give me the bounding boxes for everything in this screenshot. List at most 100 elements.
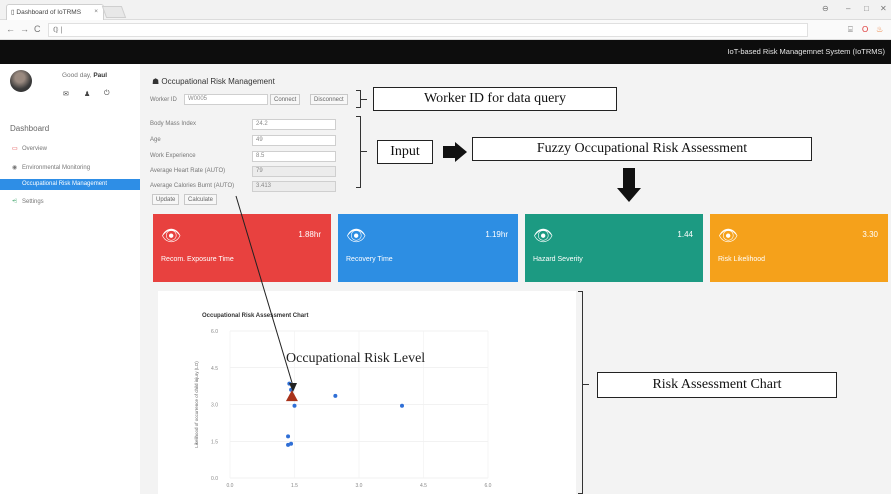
data-point: [400, 403, 404, 408]
calories-label: Average Calories Burnt (AUTO): [150, 183, 235, 189]
sidebar-item-label: Environmental Monitoring: [22, 165, 91, 171]
tile-label: Recom. Exposure Time: [161, 256, 234, 263]
eye-icon: 👁: [346, 228, 367, 245]
data-point: [289, 441, 294, 446]
worker-id-annotation: Worker ID for data query: [373, 87, 617, 111]
data-point: [292, 403, 297, 408]
sidebar-item-environmental-monitoring[interactable]: ◉ Environmental Monitoring: [0, 162, 140, 173]
update-button[interactable]: Update: [152, 194, 180, 205]
risk-chart-annotation: Risk Assessment Chart: [597, 372, 837, 398]
page-title: ☗ Occupational Risk Management: [152, 77, 275, 86]
input-annotation: Input: [377, 140, 433, 164]
worker-id-brace-tick: [361, 99, 367, 100]
eye-icon: ◉: [12, 165, 18, 171]
app-title: IoT-based Risk Managemnet System (IoTRMS…: [727, 47, 885, 56]
down-arrow-icon: [617, 188, 641, 202]
sidebar-item-label: Occupational Risk Management: [22, 181, 108, 187]
tile-hazard-severity: 👁 1.44 Hazard Severity: [525, 214, 703, 282]
chart-brace: [578, 291, 583, 494]
sidebar-title: Dashboard: [10, 124, 50, 133]
worker-id-input[interactable]: W0005: [184, 94, 268, 105]
bmi-label: Body Mass Index: [150, 121, 197, 127]
user-icon[interactable]: ♟: [84, 90, 90, 98]
maximize-button[interactable]: □: [864, 4, 869, 13]
risk-chart-card: Occupational Risk Assessment Chart 0.0 1.5…: [158, 291, 576, 494]
work-experience-input[interactable]: 8.5: [252, 151, 336, 162]
eye-icon: 👁: [161, 228, 182, 245]
worker-id-label: Worker ID: [150, 97, 177, 103]
chart-brace-tick: [583, 384, 589, 385]
new-tab-button[interactable]: [101, 6, 127, 18]
sidebar-item-settings[interactable]: ⩤ Settings: [0, 197, 140, 208]
y-tick-label: 0.0: [211, 476, 218, 482]
data-point: [287, 381, 292, 386]
browser-tab[interactable]: ▯ Dashboard of IoTRMS ×: [6, 4, 104, 20]
avatar: [10, 70, 32, 92]
age-input[interactable]: 49: [252, 135, 336, 146]
forward-button[interactable]: →: [20, 24, 29, 34]
page-title-text: Occupational Risk Management: [161, 77, 275, 86]
sidebar-item-overview[interactable]: ▭ Overview: [0, 143, 140, 154]
tile-value: 3.30: [862, 230, 878, 239]
address-bar[interactable]: ℚ |: [48, 23, 808, 37]
tile-value: 1.19hr: [485, 230, 508, 239]
connect-button[interactable]: Connect: [270, 94, 301, 105]
opera-icon[interactable]: O: [862, 25, 868, 34]
close-window-button[interactable]: ✕: [880, 4, 887, 13]
y-axis-label: Likelihood of occurrence of child injury…: [194, 361, 199, 448]
back-button[interactable]: ←: [6, 24, 15, 34]
calculate-button[interactable]: Calculate: [184, 194, 218, 205]
data-point: [286, 434, 291, 439]
input-brace-tick: [361, 151, 367, 152]
tile-value: 1.88hr: [298, 230, 321, 239]
risk-level-annotation: Occupational Risk Level: [286, 351, 426, 366]
tile-label: Risk Likelihood: [718, 256, 766, 263]
eye-icon: 👁: [718, 228, 739, 245]
tile-label: Hazard Severity: [533, 256, 583, 263]
reload-button[interactable]: C: [34, 24, 41, 34]
y-tick-label: 6.0: [211, 329, 218, 335]
extension-flame-icon[interactable]: ♨: [876, 25, 883, 34]
app-header: IoT-based Risk Managemnet System (IoTRMS…: [0, 40, 891, 64]
power-icon[interactable]: ⏻: [104, 90, 110, 98]
chart-title: Occupational Risk Assessment Chart: [202, 313, 308, 319]
share-icon: ⩤: [12, 199, 17, 205]
tile-recovery-time: 👁 1.19hr Recovery Time: [338, 214, 518, 282]
x-tick-label: 3.0: [356, 483, 363, 489]
disconnect-button[interactable]: Disconnect: [310, 94, 348, 105]
bmi-input[interactable]: 24.2: [252, 119, 336, 130]
heart-rate-input: 79: [252, 166, 336, 177]
calories-input: 3.413: [252, 181, 336, 192]
risk-assessment-chart: Occupational Risk Assessment Chart 0.0 1.5…: [194, 313, 492, 489]
x-tick-label: 6.0: [485, 483, 492, 489]
eye-icon: 👁: [533, 228, 554, 245]
data-point: [333, 393, 338, 398]
briefcase-icon: ☗: [152, 77, 160, 86]
user-name: Paul: [93, 72, 108, 79]
work-experience-label: Work Experience: [150, 153, 196, 159]
tab-close-icon[interactable]: ×: [94, 8, 98, 15]
right-arrow-icon: [455, 142, 467, 162]
x-tick-label: 4.5: [420, 483, 427, 489]
input-brace: [356, 116, 361, 188]
age-label: Age: [150, 137, 161, 143]
monitor-icon: ▭: [12, 146, 18, 152]
sidebar-item-label: Settings: [22, 199, 44, 205]
sidebar-item-occupational-risk-management[interactable]: Occupational Risk Management: [0, 179, 140, 190]
heart-rate-label: Average Heart Rate (AUTO): [150, 168, 226, 174]
sidebar-item-label: Overview: [22, 146, 48, 152]
y-tick-label: 4.5: [211, 366, 218, 372]
arrow-shaft-down: [623, 168, 635, 188]
extension-icon[interactable]: ⌸: [848, 25, 853, 35]
mail-icon[interactable]: ✉: [63, 90, 69, 98]
tab-title: Dashboard of IoTRMS: [16, 9, 82, 16]
profile-icon[interactable]: ⊖: [822, 4, 829, 13]
minimize-button[interactable]: –: [846, 4, 850, 13]
fuzzy-assessment-annotation: Fuzzy Occupational Risk Assessment: [472, 137, 812, 161]
browser-toolbar: ← → C ℚ | ⌸ O ♨: [0, 20, 891, 40]
user-greeting: Good day, Paul: [62, 72, 107, 79]
arrow-shaft-right: [443, 146, 455, 158]
greeting-text: Good day,: [62, 72, 92, 79]
browser-tabstrip: ▯ Dashboard of IoTRMS × ⊖ – □ ✕: [0, 0, 891, 20]
tile-exposure-time: 👁 1.88hr Recom. Exposure Time: [153, 214, 331, 282]
